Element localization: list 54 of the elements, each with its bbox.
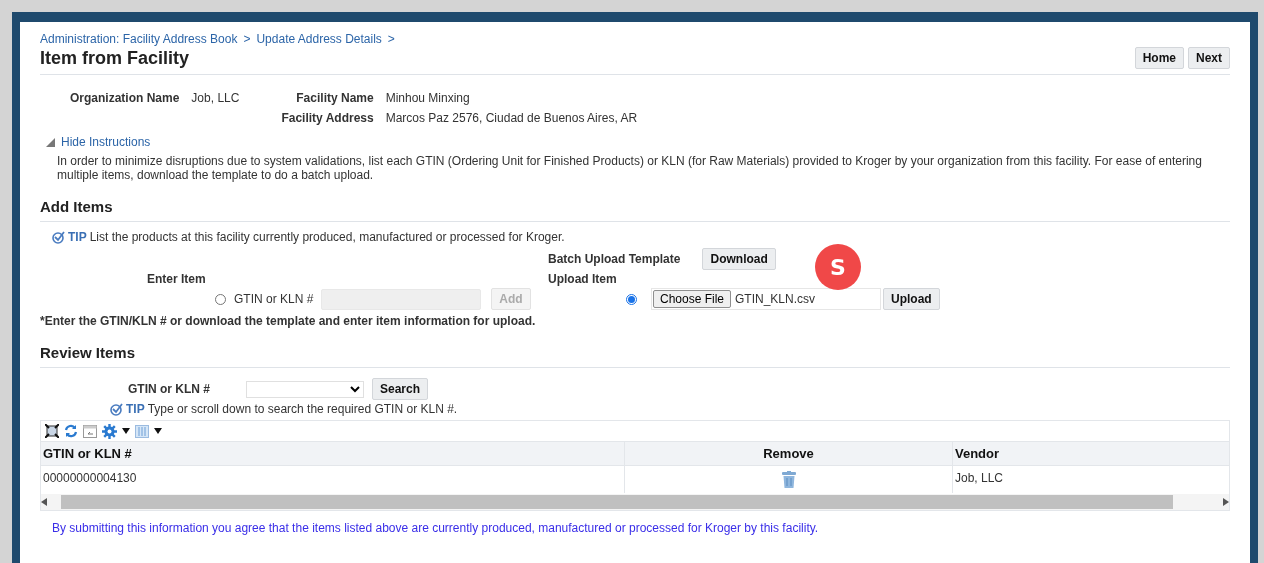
tip-text: Type or scroll down to search the required GTIN or KLN #. xyxy=(147,402,458,416)
scroll-left-icon xyxy=(41,498,47,506)
trash-icon[interactable] xyxy=(781,471,796,488)
gear-icon[interactable] xyxy=(102,423,117,439)
field-label: Enter Item xyxy=(146,272,206,286)
tip-label: TIP xyxy=(68,230,87,244)
toggle-link[interactable]: Hide Instructions xyxy=(61,135,151,149)
check-icon xyxy=(110,402,123,416)
step-marker: S xyxy=(815,244,861,290)
caret-icon[interactable] xyxy=(154,428,162,434)
dropdown-field[interactable] xyxy=(246,380,364,398)
note-text: *Enter the GTIN/KLN # or download the template and enter item information for upload. xyxy=(40,314,537,328)
table-cell: 00000000004130 xyxy=(41,465,624,493)
table-cell: Job, LLC xyxy=(952,465,1229,493)
section-heading: Review Items xyxy=(40,344,1230,368)
nav-button[interactable]: Home xyxy=(1134,47,1184,69)
column-header: Vendor xyxy=(952,441,1229,465)
refresh-icon[interactable] xyxy=(64,424,78,438)
field-label: Facility Address xyxy=(281,111,374,125)
field-value: Marcos Paz 2576, Ciudad de Buenos Aires, AR xyxy=(385,111,638,125)
section-heading: Add Items xyxy=(40,198,1230,222)
nav-button[interactable]: Next xyxy=(1188,47,1230,69)
field-label: Upload Item xyxy=(548,272,617,286)
field-label: Organization Name xyxy=(70,91,180,105)
horizontal-scrollbar[interactable] xyxy=(41,494,1229,510)
detach-icon[interactable] xyxy=(83,424,97,438)
breadcrumb-link[interactable]: Administration: Facility Address Book xyxy=(40,32,238,46)
field-value: Minhou Minxing xyxy=(385,91,471,105)
field-label: Batch Upload Template xyxy=(548,252,681,266)
check-icon xyxy=(52,230,65,244)
download-button[interactable]: Download xyxy=(702,248,776,270)
field-value: Job, LLC xyxy=(191,91,240,105)
choose-file-button[interactable]: Choose File xyxy=(653,290,732,308)
expand-icon[interactable] xyxy=(45,424,59,438)
breadcrumb-separator: > xyxy=(243,32,251,46)
radio-label: GTIN or KLN # xyxy=(234,292,314,306)
file-name: GTIN_KLN.csv xyxy=(735,292,816,306)
tip-label: TIP xyxy=(126,402,145,416)
breadcrumb-link[interactable]: Update Address Details xyxy=(256,32,382,46)
upload-button[interactable]: Upload xyxy=(883,288,940,310)
caret-icon[interactable] xyxy=(122,428,130,434)
page-title: Item from Facility xyxy=(40,48,190,69)
search-button[interactable]: Search xyxy=(372,378,429,400)
column-header: Remove xyxy=(624,441,952,465)
agreement-text: By submitting this information you agree that the items listed above are currently produced, manufactured or processed for Kroger by this facility. xyxy=(52,521,820,535)
scroll-right-icon xyxy=(1223,498,1229,506)
tip-text: List the products at this facility currently produced, manufactured or processed for Kroger. xyxy=(89,230,565,244)
field-label: Facility Name xyxy=(295,91,374,105)
file-field[interactable]: Choose File GTIN_KLN.csv xyxy=(651,288,881,310)
breadcrumb-separator: > xyxy=(387,32,395,46)
field-label: GTIN or KLN # xyxy=(128,382,210,396)
instructions-text: In order to minimize disruptions due to system validations, list each GTIN (Ordering Unit for Finished Products) or KLN (for Raw Materials) provided to Kroger by your organization from this facility. For ease of entering multiple items, download the template to do a batch upload. xyxy=(57,154,1203,182)
collapse-triangle-icon[interactable] xyxy=(46,137,55,147)
column-header: GTIN or KLN # xyxy=(41,441,624,465)
